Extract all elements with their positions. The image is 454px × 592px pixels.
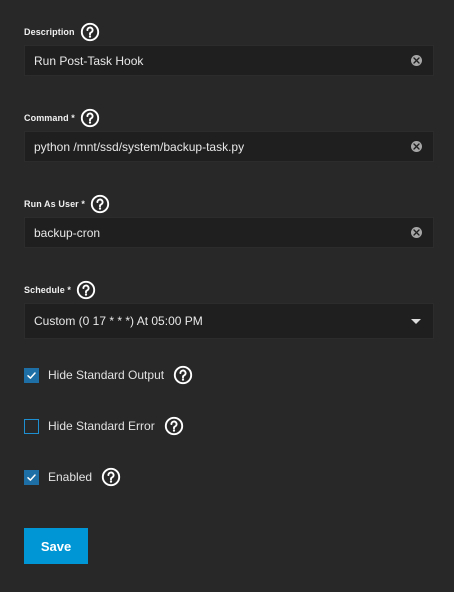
enabled-checkbox[interactable] — [24, 469, 39, 485]
hide-standard-output-row[interactable]: Hide Standard Output — [24, 363, 193, 387]
clear-icon[interactable] — [411, 141, 422, 152]
caret-down-icon[interactable] — [411, 318, 421, 324]
help-icon[interactable] — [164, 416, 184, 436]
schedule-label: Schedule * — [24, 285, 72, 295]
run-as-user-input[interactable]: backup-cron — [24, 217, 434, 248]
run-as-user-label-row: Run As User * — [24, 192, 434, 216]
hide-standard-error-checkbox[interactable] — [24, 418, 39, 434]
schedule-select[interactable]: Custom (0 17 * * *) At 05:00 PM — [24, 303, 434, 339]
schedule-value: Custom (0 17 * * *) At 05:00 PM — [34, 314, 203, 328]
command-input[interactable]: python /mnt/ssd/system/backup-task.py — [24, 131, 434, 162]
enabled-label[interactable]: Enabled — [48, 470, 92, 484]
command-label-row: Command * — [24, 106, 434, 130]
command-label: Command * — [24, 113, 75, 123]
help-icon[interactable] — [101, 467, 121, 487]
help-icon[interactable] — [76, 280, 96, 300]
help-icon[interactable] — [80, 108, 100, 128]
enabled-row[interactable]: Enabled — [24, 465, 121, 489]
command-value: python /mnt/ssd/system/backup-task.py — [34, 139, 245, 154]
description-input[interactable]: Run Post-Task Hook — [24, 45, 434, 76]
check-icon — [27, 473, 36, 481]
schedule-label-row: Schedule * — [24, 278, 434, 302]
help-icon[interactable] — [80, 22, 100, 42]
save-button[interactable]: Save — [24, 528, 88, 564]
run-as-user-label: Run As User * — [24, 199, 85, 209]
hide-standard-output-checkbox[interactable] — [24, 367, 39, 383]
description-label-row: Description — [24, 20, 434, 44]
description-value: Run Post-Task Hook — [34, 53, 144, 68]
clear-icon[interactable] — [411, 227, 422, 238]
hide-standard-output-label[interactable]: Hide Standard Output — [48, 368, 164, 382]
description-field: Description Run Post-Task Hook — [24, 20, 434, 76]
run-as-user-field: Run As User * backup-cron — [24, 192, 434, 248]
check-icon — [27, 371, 36, 379]
help-icon[interactable] — [173, 365, 193, 385]
schedule-field: Schedule * Custom (0 17 * * *) At 05:00 … — [24, 278, 434, 339]
run-as-user-value: backup-cron — [34, 225, 101, 240]
hide-standard-error-label[interactable]: Hide Standard Error — [48, 419, 155, 433]
hide-standard-error-row[interactable]: Hide Standard Error — [24, 414, 184, 438]
clear-icon[interactable] — [411, 55, 422, 66]
help-icon[interactable] — [90, 194, 110, 214]
description-label: Description — [24, 27, 75, 37]
command-field: Command * python /mnt/ssd/system/backup-… — [24, 106, 434, 162]
